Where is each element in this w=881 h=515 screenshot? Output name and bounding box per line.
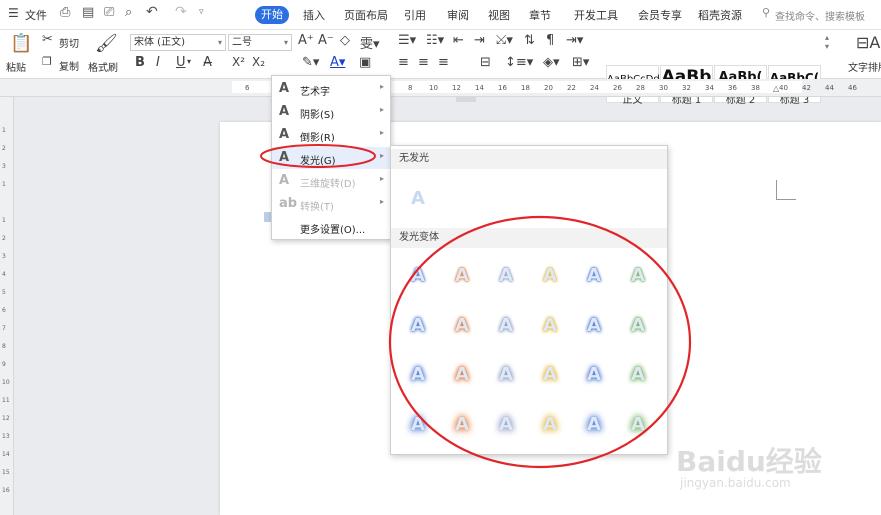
watermark-brand: Baidu经验 <box>676 445 822 478</box>
annotation-ellipse-glow-variants <box>388 215 692 469</box>
annotation-overlay <box>260 144 692 469</box>
annotation-ellipse-glow-item <box>260 144 376 168</box>
watermark-url: jingyan.baidu.com <box>680 476 791 490</box>
wps-writer-window: ☰ 文件 ⎙ ▤ ⎚ ⌕ ↶ ↷ ▿ 开始 插入 页面布局 引用 审阅 视图 章… <box>0 0 881 515</box>
baidu-watermark: Baidu经验 jingyan.baidu.com <box>672 440 872 500</box>
